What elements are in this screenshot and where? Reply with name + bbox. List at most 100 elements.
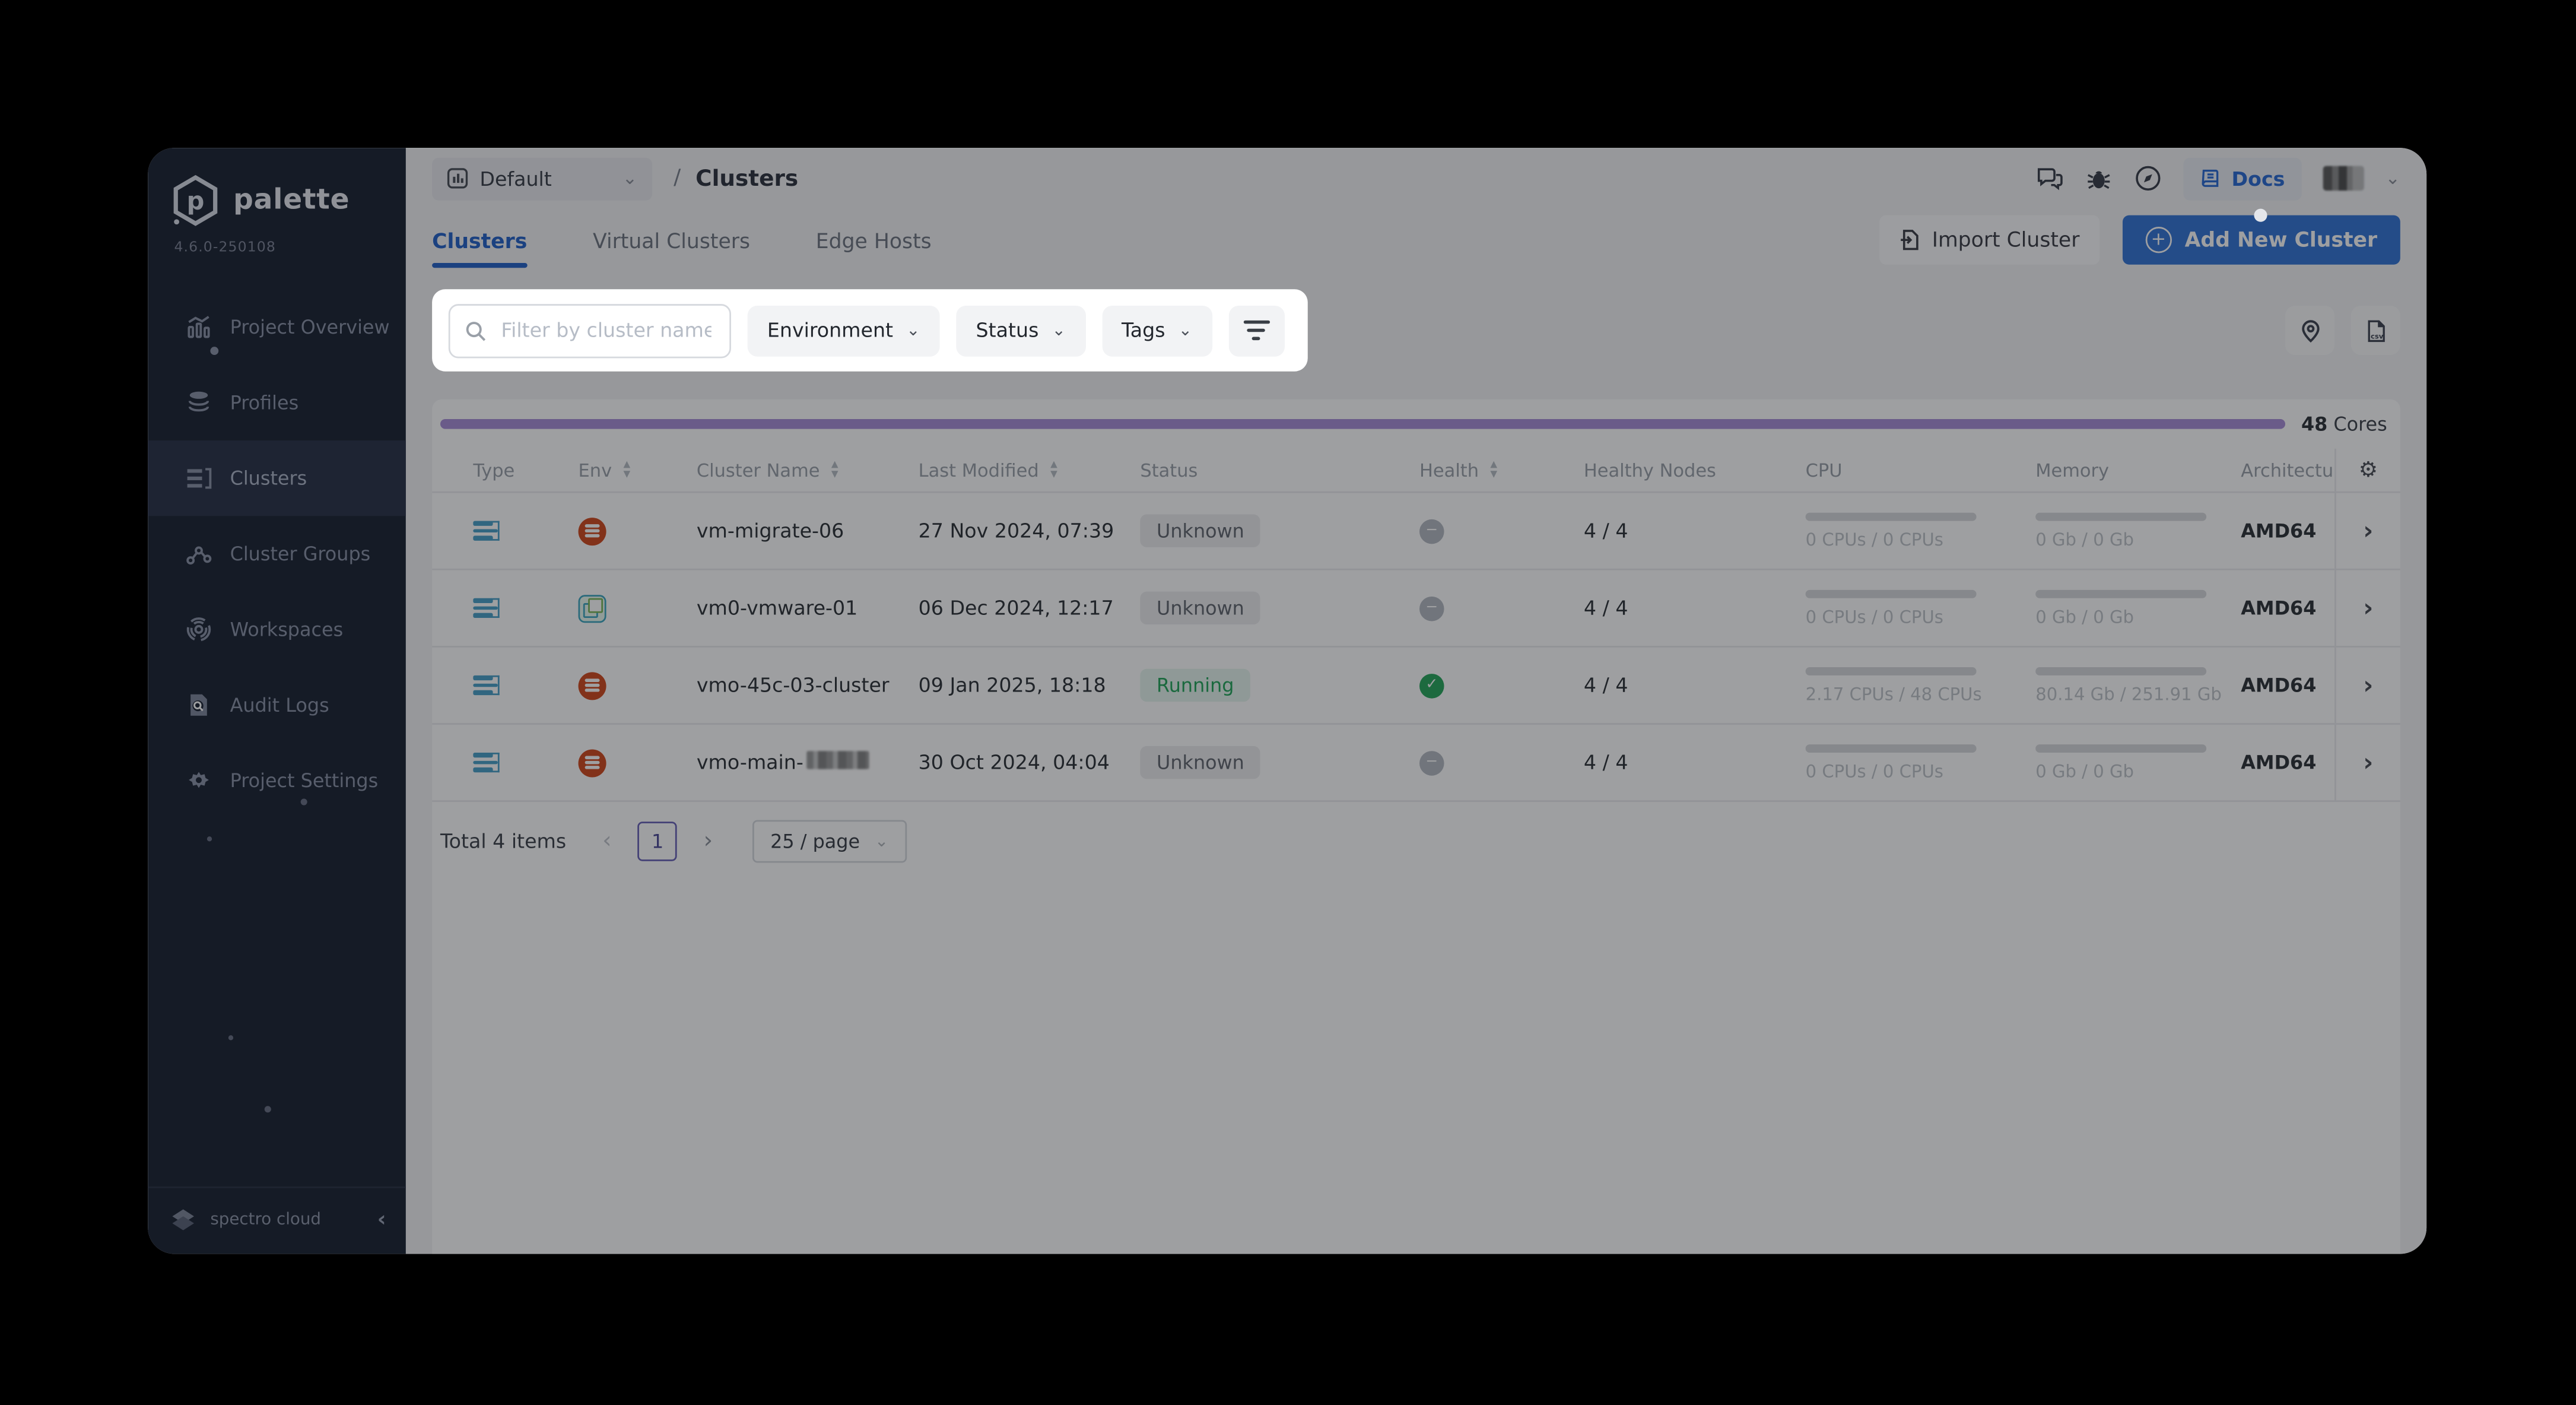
clusters-card: 48 Cores Type Env ▲ ▼ Cluster Name ▲ ▼ Last …	[432, 399, 2400, 1254]
cluster-name[interactable]: vm-migrate-06	[697, 519, 844, 543]
svg-text:csv: csv	[2370, 331, 2383, 340]
advanced-filter-button[interactable]	[1228, 305, 1284, 356]
cpu-bar	[1805, 666, 1977, 675]
tour-beacon	[2254, 208, 2268, 221]
pagination-prev-button[interactable]: ‹	[602, 828, 612, 854]
docs-button[interactable]: Docs	[2184, 157, 2302, 200]
plus-circle-icon: +	[2145, 226, 2172, 252]
row-chevron-right-icon[interactable]: ›	[2363, 593, 2373, 623]
add-new-cluster-button[interactable]: + Add New Cluster	[2122, 208, 2400, 264]
health-unknown-icon: −	[1419, 595, 1444, 621]
tab-row: Clusters Virtual Clusters Edge Hosts Imp…	[406, 208, 2426, 268]
healthy-nodes: 4 / 4	[1583, 519, 1628, 543]
chat-icon	[2038, 168, 2063, 191]
memory-value: 0 Gb / 0 Gb	[2035, 529, 2134, 550]
memory-value: 80.14 Gb / 251.91 Gb	[2035, 684, 2222, 705]
sidebar-item-project-settings[interactable]: Project Settings	[148, 743, 406, 818]
table-header: Type Env ▲ ▼ Cluster Name ▲ ▼ Last Modified ▲…	[432, 448, 2400, 491]
env-openstack-icon	[578, 671, 606, 700]
user-locale-flag[interactable]	[2323, 166, 2364, 191]
csv-file-icon: csv	[2367, 319, 2384, 341]
filter-spotlight: Environment ⌄ Status ⌄ Tags ⌄	[432, 289, 1307, 372]
import-icon	[1901, 229, 1918, 249]
sidebar-item-project-overview[interactable]: Project Overview	[148, 289, 406, 364]
svg-text:p: p	[187, 186, 205, 215]
cpu-value: 0 CPUs / 0 CPUs	[1805, 529, 1943, 550]
project-selector[interactable]: Default ⌄	[432, 157, 653, 200]
health-unknown-icon: −	[1419, 750, 1444, 775]
table-row[interactable]: vm0-vmware-01 06 Dec 2024, 12:17 Unknown…	[432, 568, 2400, 646]
screen: p palette 4.6.0-250108 Project Overview	[0, 0, 2576, 1405]
table-row[interactable]: vm-migrate-06 27 Nov 2024, 07:39 Unknown…	[432, 491, 2400, 569]
clusters-table: Type Env ▲ ▼ Cluster Name ▲ ▼ Last Modified ▲…	[432, 448, 2400, 864]
environment-filter[interactable]: Environment ⌄	[747, 305, 940, 356]
sidebar-item-cluster-groups[interactable]: Cluster Groups	[148, 516, 406, 591]
row-chevron-right-icon[interactable]: ›	[2363, 748, 2373, 778]
sidebar-item-workspaces[interactable]: Workspaces	[148, 592, 406, 667]
col-settings[interactable]: ⚙	[2334, 448, 2400, 491]
view-actions: csv	[2285, 305, 2400, 356]
chevron-down-icon[interactable]: ⌄	[2385, 167, 2400, 189]
col-cluster-name[interactable]: Cluster Name ▲ ▼	[674, 449, 895, 491]
sort-icon[interactable]: ▲ ▼	[1050, 459, 1057, 479]
project-icon	[447, 168, 468, 189]
topbar: Default ⌄ / Clusters Docs ⌄	[406, 151, 2426, 205]
map-view-button[interactable]	[2285, 305, 2335, 356]
table-row[interactable]: vmo-45c-03-cluster 09 Jan 2025, 18:18 Ru…	[432, 646, 2400, 724]
docs-label: Docs	[2231, 167, 2285, 190]
sort-icon[interactable]: ▲ ▼	[623, 459, 630, 479]
tab-virtual-clusters[interactable]: Virtual Clusters	[593, 229, 750, 268]
cluster-type-icon	[473, 598, 500, 618]
feedback-chat-button[interactable]	[2036, 164, 2064, 192]
export-csv-button[interactable]: csv	[2351, 305, 2400, 356]
tags-filter[interactable]: Tags ⌄	[1101, 305, 1212, 356]
sort-icon[interactable]: ▲ ▼	[831, 459, 838, 479]
last-modified: 06 Dec 2024, 12:17	[918, 596, 1114, 620]
sidebar-item-audit-logs[interactable]: Audit Logs	[148, 667, 406, 743]
project-overview-icon	[186, 314, 212, 340]
col-health[interactable]: Health ▲ ▼	[1396, 449, 1561, 491]
row-chevron-right-icon[interactable]: ›	[2363, 671, 2373, 700]
architecture: AMD64	[2241, 519, 2317, 543]
pagination-total: Total 4 items	[440, 830, 567, 853]
status-badge: Running	[1140, 668, 1251, 702]
report-bug-button[interactable]	[2085, 164, 2113, 192]
workspaces-icon	[186, 616, 212, 642]
pagination-next-button[interactable]: ›	[704, 828, 713, 854]
page-size-select[interactable]: 25 / page ⌄	[752, 820, 907, 863]
tags-filter-label: Tags	[1121, 319, 1165, 342]
cluster-name[interactable]: vm0-vmware-01	[697, 597, 857, 620]
memory-bar	[2035, 512, 2207, 521]
cores-usage-row: 48 Cores	[432, 413, 2400, 436]
status-filter-label: Status	[976, 319, 1039, 342]
cpu-bar	[1805, 589, 1977, 598]
sidebar-item-label: Workspaces	[230, 617, 344, 641]
sidebar-item-clusters[interactable]: Clusters	[148, 440, 406, 516]
project-selector-value: Default	[479, 167, 552, 190]
status-filter[interactable]: Status ⌄	[956, 305, 1086, 356]
cluster-search[interactable]	[448, 303, 732, 358]
search-input[interactable]	[497, 317, 715, 344]
sidebar: p palette 4.6.0-250108 Project Overview	[148, 148, 406, 1254]
explore-button[interactable]	[2135, 164, 2162, 192]
sidebar-item-profiles[interactable]: Profiles	[148, 365, 406, 440]
sort-icon[interactable]: ▲ ▼	[1490, 459, 1497, 479]
sidebar-collapse-button[interactable]: ‹	[377, 1207, 386, 1232]
pagination-page-1[interactable]: 1	[637, 822, 678, 861]
import-cluster-button[interactable]: Import Cluster	[1879, 214, 2099, 264]
tab-edge-hosts[interactable]: Edge Hosts	[816, 229, 932, 268]
table-row[interactable]: vmo-main- 30 Oct 2024, 04:04 Unknown − 4…	[432, 723, 2400, 803]
tabs: Clusters Virtual Clusters Edge Hosts	[432, 210, 932, 268]
row-chevron-right-icon[interactable]: ›	[2363, 516, 2373, 545]
col-env[interactable]: Env ▲ ▼	[537, 449, 674, 491]
cluster-name[interactable]: vmo-45c-03-cluster	[697, 674, 890, 697]
chevron-down-icon: ⌄	[1052, 321, 1066, 340]
column-settings-gear-icon[interactable]: ⚙	[2359, 458, 2378, 483]
brand-name: palette	[233, 184, 350, 217]
col-memory: Memory	[2035, 459, 2110, 481]
architecture: AMD64	[2241, 674, 2317, 697]
tab-clusters[interactable]: Clusters	[432, 229, 527, 268]
page-title: Clusters	[695, 165, 799, 192]
cluster-name[interactable]: vmo-main-	[697, 751, 869, 774]
col-last-modified[interactable]: Last Modified ▲ ▼	[895, 449, 1117, 491]
